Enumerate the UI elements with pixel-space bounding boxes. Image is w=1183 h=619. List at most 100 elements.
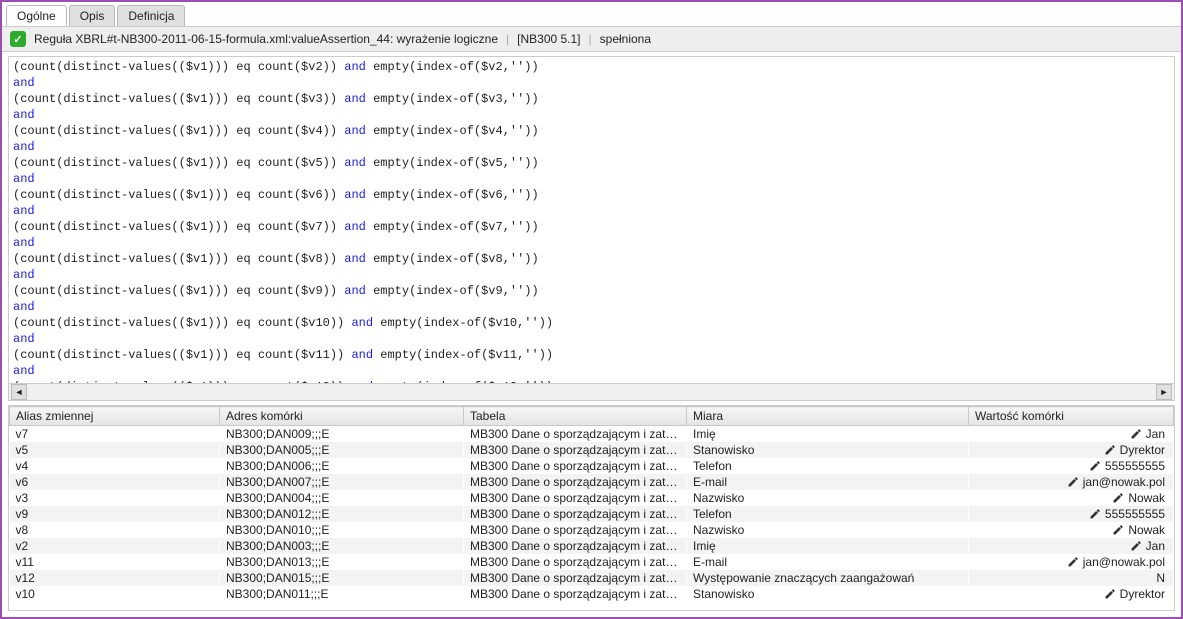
table-row[interactable]: v10NB300;DAN011;;;EMB300 Dane o sporządz… <box>10 586 1174 602</box>
cell-addr: NB300;DAN007;;;E <box>220 474 464 490</box>
table-row[interactable]: v5NB300;DAN005;;;EMB300 Dane o sporządza… <box>10 442 1174 458</box>
cell-alias: v9 <box>10 506 220 522</box>
rule-header: ✓ Reguła XBRL#t-NB300-2011-06-15-formula… <box>2 26 1181 52</box>
pencil-icon <box>1104 587 1116 601</box>
cell-value-text: Dyrektor <box>1120 587 1165 601</box>
cell-addr: NB300;DAN010;;;E <box>220 522 464 538</box>
cell-value-text: Jan <box>1146 427 1165 441</box>
pencil-icon <box>1089 459 1101 473</box>
expression-panel: (count(distinct-values(($v1))) eq count(… <box>8 56 1175 401</box>
cell-table: MB300 Dane o sporządzającym i zatwi... <box>464 586 687 602</box>
cell-alias: v6 <box>10 474 220 490</box>
cell-value[interactable]: Jan <box>969 426 1174 443</box>
cell-alias: v8 <box>10 522 220 538</box>
column-header[interactable]: Tabela <box>464 407 687 426</box>
cell-value[interactable]: Jan <box>969 538 1174 554</box>
table-row[interactable]: v6NB300;DAN007;;;EMB300 Dane o sporządza… <box>10 474 1174 490</box>
cell-value-text: 555555555 <box>1105 459 1165 473</box>
cell-measure: Stanowisko <box>687 442 969 458</box>
cell-value[interactable]: Dyrektor <box>969 586 1174 602</box>
pencil-icon <box>1067 555 1079 569</box>
cell-measure: Telefon <box>687 506 969 522</box>
cell-measure: Imię <box>687 426 969 443</box>
cell-value[interactable]: Nowak <box>969 490 1174 506</box>
cell-value[interactable]: Dyrektor <box>969 442 1174 458</box>
tab-opis[interactable]: Opis <box>69 5 116 26</box>
cell-table: MB300 Dane o sporządzającym i zatwi... <box>464 522 687 538</box>
cell-value-text: jan@nowak.pol <box>1083 555 1165 569</box>
cell-table: MB300 Dane o sporządzającym i zatwi... <box>464 506 687 522</box>
cell-alias: v10 <box>10 586 220 602</box>
table-row[interactable]: v8NB300;DAN010;;;EMB300 Dane o sporządza… <box>10 522 1174 538</box>
cell-value[interactable]: 555555555 <box>969 506 1174 522</box>
column-header[interactable]: Miara <box>687 407 969 426</box>
cell-table: MB300 Dane o sporządzającym i zatwi... <box>464 490 687 506</box>
table-row[interactable]: v12NB300;DAN015;;;EMB300 Dane o sporządz… <box>10 570 1174 586</box>
column-header[interactable]: Alias zmiennej <box>10 407 220 426</box>
pencil-icon <box>1130 539 1142 553</box>
expression-text[interactable]: (count(distinct-values(($v1))) eq count(… <box>9 57 1174 383</box>
scroll-left-icon[interactable]: ◄ <box>11 384 27 400</box>
cell-value[interactable]: Nowak <box>969 522 1174 538</box>
rule-title: Reguła XBRL#t-NB300-2011-06-15-formula.x… <box>34 32 498 46</box>
table-row[interactable]: v7NB300;DAN009;;;EMB300 Dane o sporządza… <box>10 426 1174 443</box>
scroll-right-icon[interactable]: ► <box>1156 384 1172 400</box>
cell-measure: E-mail <box>687 474 969 490</box>
cell-value-text: Jan <box>1146 539 1165 553</box>
cell-value-text: Dyrektor <box>1120 443 1165 457</box>
cell-addr: NB300;DAN003;;;E <box>220 538 464 554</box>
cell-table: MB300 Dane o sporządzającym i zatwi... <box>464 458 687 474</box>
rule-status: spełniona <box>600 32 651 46</box>
variables-table-wrap: Alias zmiennejAdres komórkiTabelaMiaraWa… <box>8 405 1175 611</box>
rule-code: [NB300 5.1] <box>517 32 580 46</box>
tab-ogólne[interactable]: Ogólne <box>6 5 67 26</box>
cell-value-text: Nowak <box>1128 523 1165 537</box>
pencil-icon <box>1067 475 1079 489</box>
cell-addr: NB300;DAN005;;;E <box>220 442 464 458</box>
cell-alias: v12 <box>10 570 220 586</box>
cell-addr: NB300;DAN013;;;E <box>220 554 464 570</box>
cell-measure: Telefon <box>687 458 969 474</box>
pencil-icon <box>1112 491 1124 505</box>
cell-table: MB300 Dane o sporządzającym i zatwi... <box>464 554 687 570</box>
table-row[interactable]: v2NB300;DAN003;;;EMB300 Dane o sporządza… <box>10 538 1174 554</box>
cell-addr: NB300;DAN004;;;E <box>220 490 464 506</box>
column-header[interactable]: Adres komórki <box>220 407 464 426</box>
cell-addr: NB300;DAN015;;;E <box>220 570 464 586</box>
cell-value-text: jan@nowak.pol <box>1083 475 1165 489</box>
pencil-icon <box>1089 507 1101 521</box>
cell-value-text: 555555555 <box>1105 507 1165 521</box>
cell-value[interactable]: jan@nowak.pol <box>969 474 1174 490</box>
horizontal-scrollbar[interactable]: ◄ ► <box>9 383 1174 400</box>
cell-alias: v5 <box>10 442 220 458</box>
table-row[interactable]: v11NB300;DAN013;;;EMB300 Dane o sporządz… <box>10 554 1174 570</box>
cell-addr: NB300;DAN012;;;E <box>220 506 464 522</box>
separator: | <box>506 32 509 46</box>
cell-value[interactable]: jan@nowak.pol <box>969 554 1174 570</box>
cell-measure: Stanowisko <box>687 586 969 602</box>
cell-value[interactable]: 555555555 <box>969 458 1174 474</box>
pencil-icon <box>1104 443 1116 457</box>
variables-table-scroll[interactable]: Alias zmiennejAdres komórkiTabelaMiaraWa… <box>9 406 1174 610</box>
cell-value[interactable]: N <box>969 570 1174 586</box>
cell-alias: v4 <box>10 458 220 474</box>
tab-definicja[interactable]: Definicja <box>117 5 185 26</box>
app-frame: OgólneOpisDefinicja ✓ Reguła XBRL#t-NB30… <box>0 0 1183 619</box>
cell-alias: v2 <box>10 538 220 554</box>
cell-addr: NB300;DAN006;;;E <box>220 458 464 474</box>
cell-alias: v11 <box>10 554 220 570</box>
cell-addr: NB300;DAN011;;;E <box>220 586 464 602</box>
pencil-icon <box>1130 427 1142 441</box>
table-row[interactable]: v9NB300;DAN012;;;EMB300 Dane o sporządza… <box>10 506 1174 522</box>
table-row[interactable]: v4NB300;DAN006;;;EMB300 Dane o sporządza… <box>10 458 1174 474</box>
cell-measure: Imię <box>687 538 969 554</box>
pencil-icon <box>1112 523 1124 537</box>
table-row[interactable]: v3NB300;DAN004;;;EMB300 Dane o sporządza… <box>10 490 1174 506</box>
cell-measure: Nazwisko <box>687 490 969 506</box>
table-header-row: Alias zmiennejAdres komórkiTabelaMiaraWa… <box>10 407 1174 426</box>
cell-table: MB300 Dane o sporządzającym i zatwi... <box>464 538 687 554</box>
cell-table: MB300 Dane o sporządzającym i zatwi... <box>464 426 687 443</box>
cell-measure: Występowanie znaczących zaangażowań <box>687 570 969 586</box>
cell-value-text: N <box>1156 571 1165 585</box>
column-header[interactable]: Wartość komórki <box>969 407 1174 426</box>
